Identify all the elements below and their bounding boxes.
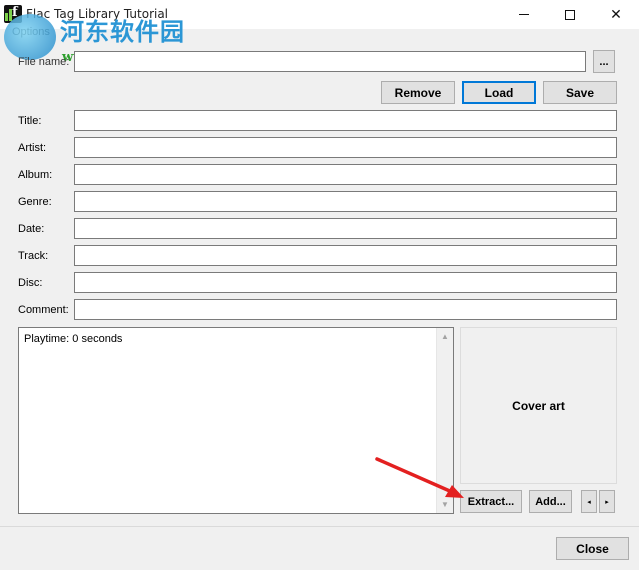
comment-input[interactable] [74, 299, 617, 320]
comment-label: Comment: [18, 304, 69, 316]
next-cover-button[interactable]: ▸ [599, 490, 615, 513]
menu-options[interactable]: Options [12, 26, 50, 38]
playtime-text: Playtime: 0 seconds [24, 333, 123, 345]
title-input[interactable] [74, 110, 617, 131]
minimize-button[interactable] [501, 0, 547, 29]
album-label: Album: [18, 169, 53, 181]
cover-art-label: Cover art [512, 398, 565, 413]
scroll-up-icon[interactable]: ▲ [437, 328, 453, 345]
file-name-input[interactable] [74, 51, 586, 72]
load-button[interactable]: Load [462, 81, 536, 104]
minimize-icon [519, 14, 529, 15]
track-label: Track: [18, 250, 49, 262]
title-label: Title: [18, 115, 42, 127]
close-icon: ✕ [610, 6, 622, 22]
remove-button[interactable]: Remove [381, 81, 455, 104]
track-input[interactable] [74, 245, 617, 266]
window-title: Flac Tag Library Tutorial [26, 7, 169, 21]
file-name-label: File name: [18, 56, 70, 68]
save-button[interactable]: Save [543, 81, 617, 104]
next-arrow-icon: ▸ [605, 498, 609, 506]
disc-label: Disc: [18, 277, 43, 289]
footer-divider [0, 526, 639, 527]
cover-art-panel: Cover art [460, 327, 617, 484]
annotation-arrow-icon [375, 457, 464, 498]
date-input[interactable] [74, 218, 617, 239]
genre-label: Genre: [18, 196, 52, 208]
close-button[interactable]: Close [556, 537, 629, 560]
prev-cover-button[interactable]: ◂ [581, 490, 597, 513]
close-window-button[interactable]: ✕ [593, 0, 639, 29]
artist-label: Artist: [18, 142, 47, 154]
maximize-icon [565, 9, 575, 20]
genre-input[interactable] [74, 191, 617, 212]
date-label: Date: [18, 223, 45, 235]
artist-input[interactable] [74, 137, 617, 158]
prev-arrow-icon: ◂ [587, 498, 591, 506]
add-button[interactable]: Add... [529, 490, 572, 513]
disc-input[interactable] [74, 272, 617, 293]
browse-button[interactable]: ... [593, 50, 615, 73]
album-input[interactable] [74, 164, 617, 185]
title-bar: f Flac Tag Library Tutorial ✕ [0, 0, 639, 29]
maximize-button[interactable] [547, 0, 593, 29]
app-icon: f [4, 5, 22, 23]
